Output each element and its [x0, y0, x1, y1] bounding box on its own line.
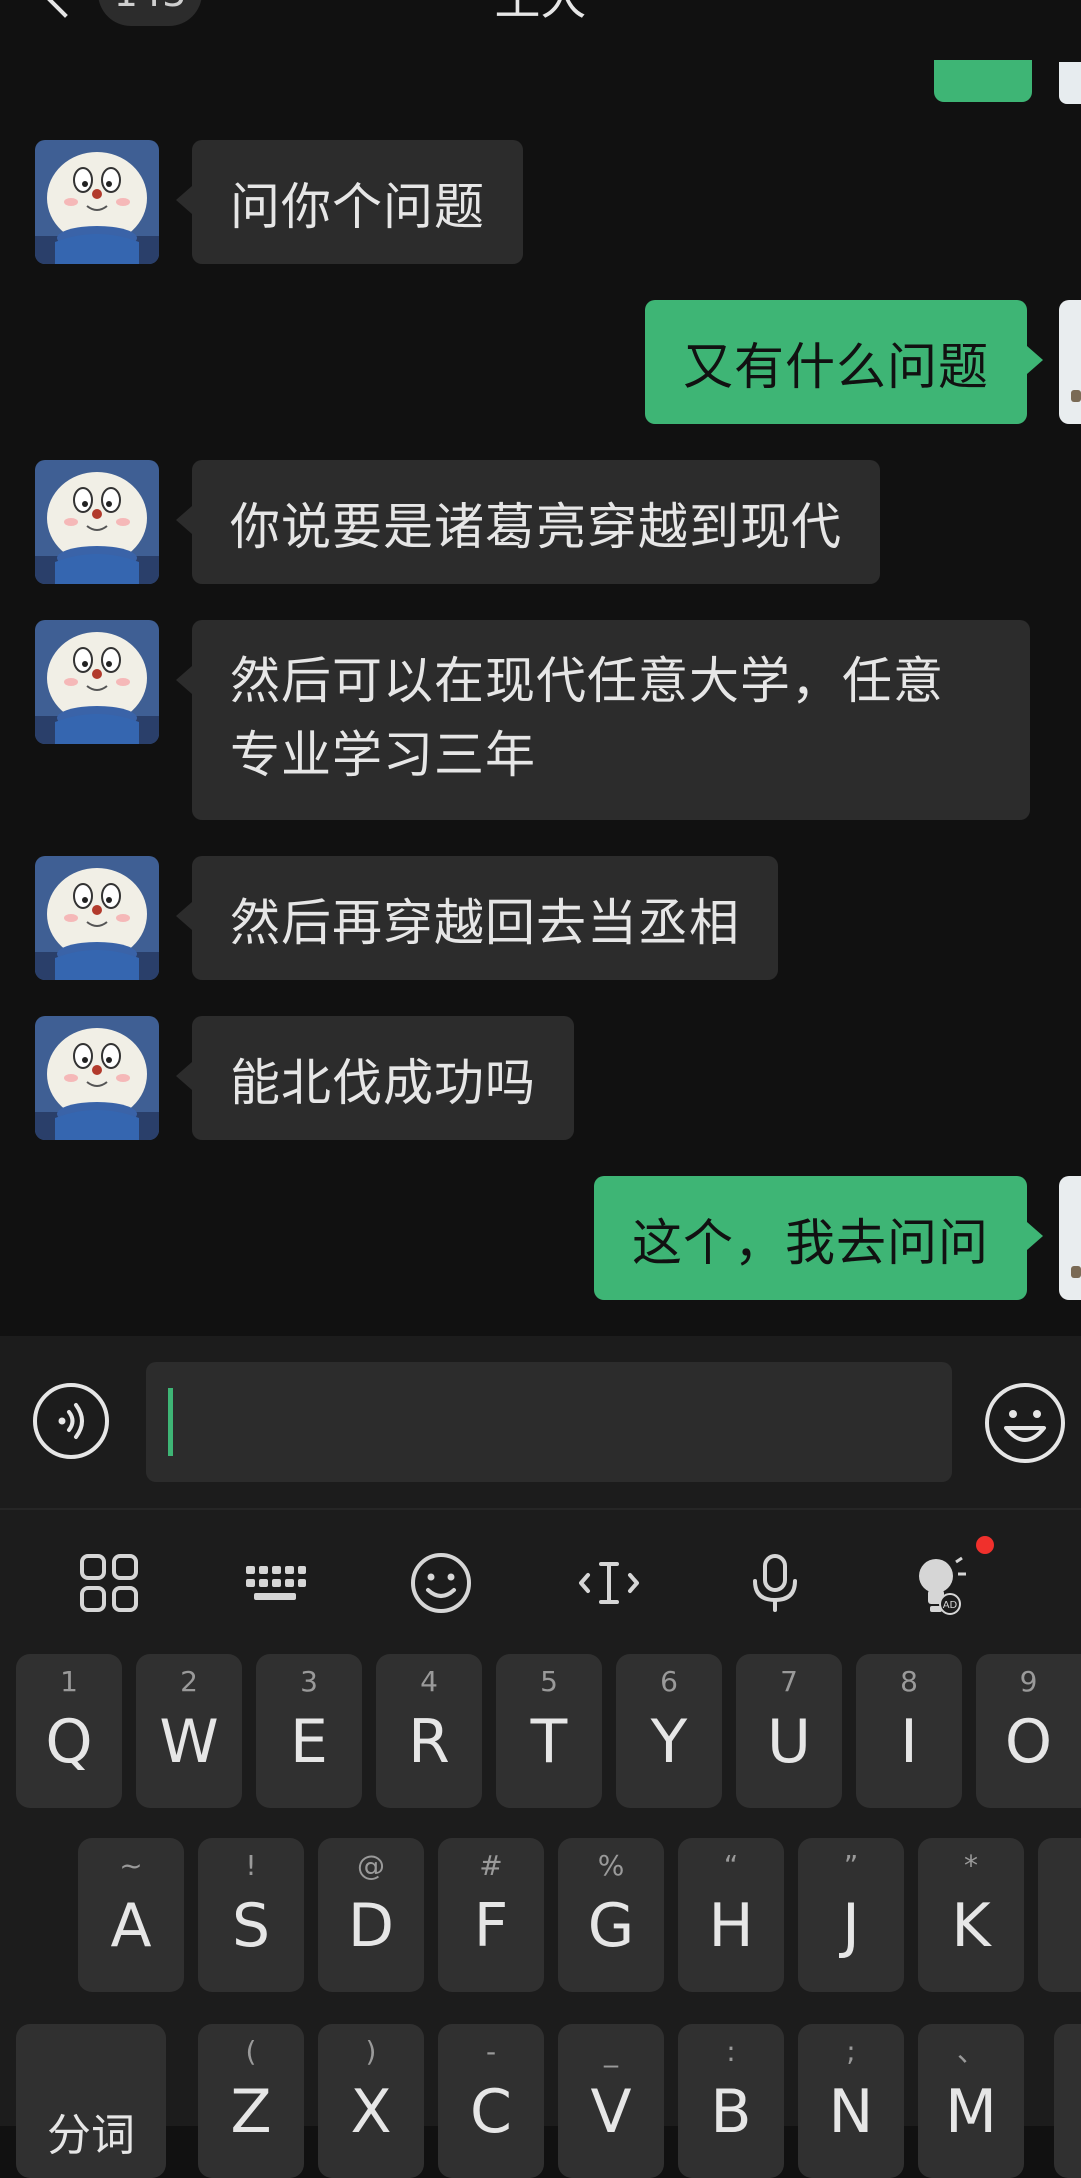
soft-keyboard: AD 1Q 2W 3E 4R 5T 6Y 7U 8I 9O ~ A ! S @ D #…	[0, 1508, 1081, 2178]
key-t[interactable]: 5T	[496, 1654, 602, 1808]
key-y[interactable]: 6Y	[616, 1654, 722, 1808]
key-x[interactable]: ) X	[318, 2024, 424, 2178]
keyboard-icon[interactable]	[240, 1548, 310, 1618]
peer-avatar[interactable]	[35, 140, 159, 264]
voice-icon[interactable]	[32, 1382, 110, 1460]
key-e[interactable]: 3E	[256, 1654, 362, 1808]
key-g[interactable]: % G	[558, 1838, 664, 1992]
key-z[interactable]: (Z	[198, 2024, 304, 2178]
key-a[interactable]: ~ A	[78, 1838, 184, 1992]
lightbulb-ad-icon[interactable]: AD	[906, 1548, 980, 1622]
grid-menu-icon[interactable]	[74, 1548, 144, 1618]
key-u[interactable]: 7U	[736, 1654, 842, 1808]
key-v[interactable]: _ V	[558, 2024, 664, 2178]
message-bubble[interactable]: 这个，我去问问	[594, 1176, 1043, 1300]
message-bubble[interactable]: 问你个问题	[176, 140, 523, 264]
message-bubble[interactable]: 然后再穿越回去当丞相	[176, 856, 778, 980]
message-bubble[interactable]: 然后可以在现代任意大学，任意专业学习三年	[176, 620, 1030, 820]
keyboard-divider	[0, 1508, 1081, 1510]
peer-avatar[interactable]	[35, 856, 159, 980]
chat-title: 王大	[0, 0, 1081, 26]
key-backspace-partial[interactable]	[1054, 2024, 1081, 2178]
self-avatar[interactable]	[1059, 62, 1081, 104]
svg-text:AD: AD	[943, 1600, 958, 1611]
peer-avatar[interactable]	[35, 620, 159, 744]
peer-avatar[interactable]	[35, 460, 159, 584]
key-m[interactable]: 、 M	[918, 2024, 1024, 2178]
key-b[interactable]: :B	[678, 2024, 784, 2178]
message-bubble[interactable]: 能北伐成功吗	[176, 1016, 574, 1140]
smile-icon[interactable]	[406, 1548, 476, 1618]
key-k[interactable]: * K	[918, 1838, 1024, 1992]
key-f[interactable]: # F	[438, 1838, 544, 1992]
smile-icon[interactable]	[984, 1382, 1066, 1464]
key-c[interactable]: -C	[438, 2024, 544, 2178]
key-q[interactable]: 1Q	[16, 1654, 122, 1808]
key-r[interactable]: 4R	[376, 1654, 482, 1808]
key-o[interactable]: 9O	[976, 1654, 1081, 1808]
message-bubble[interactable]: 你说要是诸葛亮穿越到现代	[176, 460, 880, 584]
self-avatar[interactable]	[1059, 300, 1081, 424]
key-d[interactable]: @ D	[318, 1838, 424, 1992]
text-caret	[168, 1388, 173, 1456]
message-bubble[interactable]: 又有什么问题	[645, 300, 1043, 424]
notification-dot	[976, 1536, 994, 1554]
key-s[interactable]: ! S	[198, 1838, 304, 1992]
message-input[interactable]	[146, 1362, 952, 1482]
key-w[interactable]: 2W	[136, 1654, 242, 1808]
chat-header: 143 王大	[0, 0, 1081, 60]
input-bar	[0, 1336, 1081, 1508]
key-h[interactable]: “H	[678, 1838, 784, 1992]
cursor-icon[interactable]	[574, 1548, 644, 1618]
peer-avatar[interactable]	[35, 1016, 159, 1140]
key-n[interactable]: ; N	[798, 2024, 904, 2178]
microphone-icon[interactable]	[740, 1548, 810, 1618]
partial-self-bubble[interactable]	[934, 60, 1032, 102]
key-j[interactable]: ” J	[798, 1838, 904, 1992]
self-avatar[interactable]	[1059, 1176, 1081, 1300]
key-l-partial[interactable]	[1038, 1838, 1081, 1992]
key-i[interactable]: 8I	[856, 1654, 962, 1808]
key-segment[interactable]: 分词	[16, 2024, 166, 2178]
